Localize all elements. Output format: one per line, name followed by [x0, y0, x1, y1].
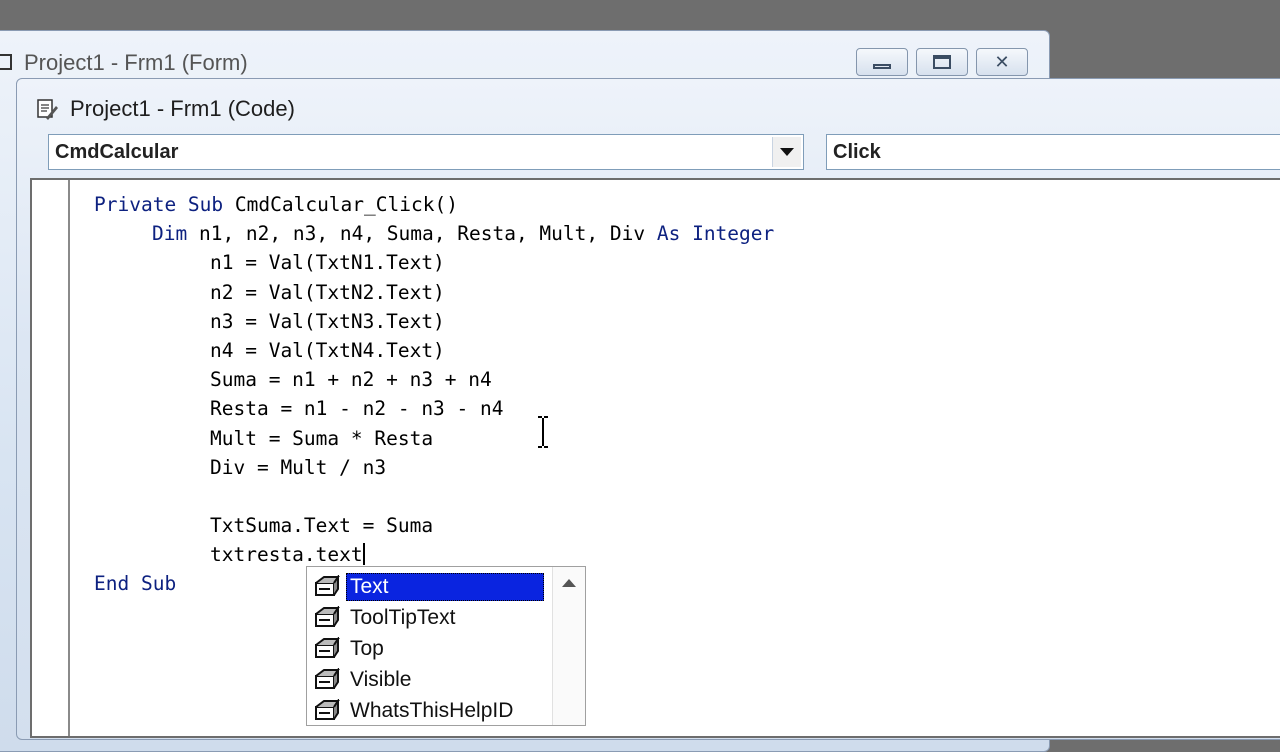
code-line[interactable]: TxtSuma.Text = Suma [94, 511, 774, 540]
code-line[interactable]: Mult = Suma * Resta [94, 424, 774, 453]
property-icon [315, 698, 340, 720]
code-line[interactable] [94, 482, 774, 511]
code-window-title: Project1 - Frm1 (Code) [70, 96, 295, 121]
ibeam-cursor-icon [538, 416, 548, 448]
form-minimize-button[interactable] [856, 48, 908, 76]
code-line[interactable]: Private Sub CmdCalcular_Click() [94, 190, 774, 219]
autocomplete-item-label: WhatsThisHelpID [350, 698, 514, 722]
code-text-segment [680, 222, 692, 245]
text-caret [362, 543, 365, 566]
autocomplete-item-label: ToolTipText [350, 605, 456, 629]
object-combo-dropdown-button[interactable] [772, 137, 801, 167]
code-keyword: Integer [692, 222, 775, 246]
autocomplete-item-tooltiptext[interactable]: ToolTipText [307, 602, 553, 633]
editor-margin[interactable] [32, 180, 70, 736]
autocomplete-item-label: Visible [350, 667, 412, 691]
property-icon [315, 636, 340, 658]
procedure-combo-value: Click [833, 140, 881, 163]
code-editor[interactable]: Private Sub CmdCalcular_Click() Dim n1, n… [30, 178, 1280, 738]
code-line[interactable]: Div = Mult / n3 [94, 453, 774, 482]
code-text[interactable]: Private Sub CmdCalcular_Click() Dim n1, n… [94, 190, 774, 599]
form-window-title: Project1 - Frm1 (Form) [24, 50, 248, 75]
object-combo[interactable]: CmdCalcular [48, 134, 804, 170]
form-window-icon [0, 54, 12, 70]
code-line[interactable]: n2 = Val(TxtN2.Text) [94, 278, 774, 307]
object-combo-value: CmdCalcular [55, 140, 179, 163]
autocomplete-item-label: Top [350, 636, 384, 660]
procedure-combo[interactable]: Click [826, 134, 1280, 170]
code-window-icon [37, 99, 58, 120]
maximize-icon [933, 55, 951, 69]
form-maximize-button[interactable] [916, 48, 968, 76]
property-icon [315, 605, 340, 627]
autocomplete-list[interactable]: Text ToolTipText Top Visible WhatsThisHe… [306, 566, 586, 726]
chevron-down-icon [780, 148, 794, 156]
code-line[interactable]: n1 = Val(TxtN1.Text) [94, 248, 774, 277]
code-keyword: Private Sub [94, 193, 235, 216]
code-line[interactable]: n4 = Val(TxtN4.Text) [94, 336, 774, 365]
autocomplete-item-visible[interactable]: Visible [307, 664, 553, 695]
autocomplete-item-top[interactable]: Top [307, 633, 553, 664]
code-line[interactable]: Resta = n1 - n2 - n3 - n4 [94, 394, 774, 423]
current-line-text: txtresta.text [210, 543, 363, 567]
autocomplete-scrollbar[interactable] [552, 567, 585, 725]
code-line[interactable]: n3 = Val(TxtN3.Text) [94, 307, 774, 336]
minimize-icon [873, 63, 891, 69]
property-icon [315, 667, 340, 689]
code-text-segment: CmdCalcular_Click() [234, 193, 458, 216]
code-line[interactable]: Dim n1, n2, n3, n4, Suma, Resta, Mult, D… [94, 219, 774, 248]
autocomplete-item-label: Text [346, 572, 544, 601]
autocomplete-item-whatsthishelpid[interactable]: WhatsThisHelpID [307, 695, 553, 726]
form-close-button[interactable]: ✕ [976, 48, 1028, 76]
scroll-up-arrow-icon[interactable] [562, 579, 576, 587]
property-icon [315, 574, 340, 596]
autocomplete-item-text[interactable]: Text [307, 571, 553, 602]
code-keyword: Dim [152, 222, 199, 246]
close-icon: ✕ [994, 51, 1010, 72]
code-keyword: As [656, 222, 681, 246]
code-text-segment: n1, n2, n3, n4, Suma, Resta, Mult, Div [198, 222, 657, 246]
code-line[interactable]: Suma = n1 + n2 + n3 + n4 [94, 365, 774, 394]
